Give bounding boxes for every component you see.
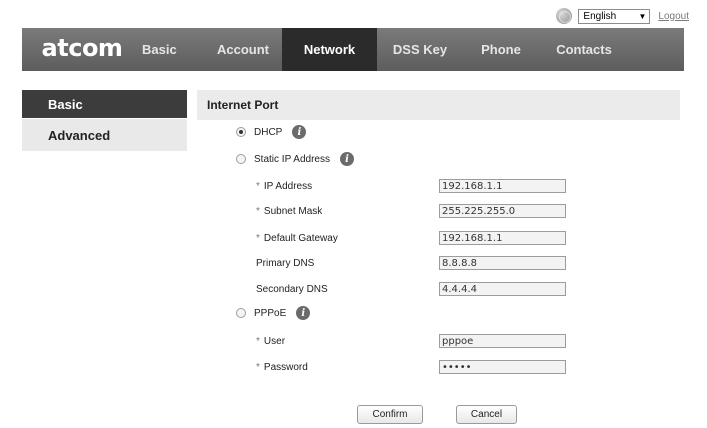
subnet-mask-label: Subnet Mask <box>263 205 323 217</box>
nav-account[interactable]: Account <box>204 28 282 71</box>
pppoe-row: PPPoE i <box>236 303 311 323</box>
user-label: User <box>263 335 286 347</box>
required-marker: * <box>256 180 260 192</box>
password-label: Password <box>263 361 308 373</box>
nav-basic[interactable]: Basic <box>142 28 182 71</box>
static-ip-label: Static IP Address <box>254 153 330 165</box>
info-icon[interactable]: i <box>339 152 354 166</box>
secondary-dns-input[interactable]: 4.4.4.4 <box>439 282 566 296</box>
info-icon[interactable]: i <box>296 306 311 320</box>
atcom-logo: atcom <box>41 33 123 62</box>
pppoe-label: PPPoE <box>254 307 287 319</box>
default-gateway-input[interactable]: 192.168.1.1 <box>439 231 566 245</box>
nav-contacts[interactable]: Contacts <box>539 28 629 71</box>
secondary-dns-label: Secondary DNS <box>256 283 328 295</box>
sidebar-item-advanced[interactable]: Advanced <box>22 119 187 151</box>
language-select[interactable]: English ▼ <box>578 8 651 24</box>
subnet-mask-input[interactable]: 255.225.255.0 <box>439 204 566 218</box>
ip-address-input[interactable]: 192.168.1.1 <box>439 179 566 193</box>
user-row: * User <box>256 331 285 351</box>
secondary-dns-row: Secondary DNS <box>256 279 328 299</box>
nav-network[interactable]: Network <box>282 28 377 71</box>
dhcp-radio[interactable] <box>236 127 246 137</box>
static-ip-row: Static IP Address i <box>236 149 354 169</box>
password-input[interactable]: ••••• <box>439 360 566 374</box>
subnet-mask-row: * Subnet Mask <box>256 201 322 221</box>
password-row: * Password <box>256 357 308 377</box>
required-marker: * <box>256 232 260 244</box>
default-gateway-label: Default Gateway <box>263 232 338 244</box>
primary-dns-row: Primary DNS <box>256 253 314 273</box>
section-title: Internet Port <box>197 90 680 120</box>
pppoe-radio[interactable] <box>236 308 246 318</box>
globe-icon <box>556 8 573 24</box>
sidebar: Basic Advanced <box>22 90 187 152</box>
main-content: Internet Port <box>197 90 680 120</box>
cancel-button[interactable]: Cancel <box>456 405 517 424</box>
chevron-down-icon: ▼ <box>638 11 647 21</box>
ip-address-row: * IP Address <box>256 176 312 196</box>
default-gateway-row: * Default Gateway <box>256 228 338 248</box>
main-nav: atcom Basic Account Network DSS Key Phon… <box>22 28 684 71</box>
nav-phone[interactable]: Phone <box>463 28 539 71</box>
ip-address-label: IP Address <box>263 180 313 192</box>
required-marker: * <box>256 205 260 217</box>
primary-dns-label: Primary DNS <box>256 257 315 269</box>
confirm-button[interactable]: Confirm <box>357 405 423 424</box>
user-input[interactable]: pppoe <box>439 334 566 348</box>
required-marker: * <box>256 361 260 373</box>
primary-dns-input[interactable]: 8.8.8.8 <box>439 256 566 270</box>
required-marker: * <box>256 335 260 347</box>
dhcp-label: DHCP <box>254 126 283 138</box>
top-utility-bar: English ▼ Logout <box>556 6 689 26</box>
logout-link[interactable]: Logout <box>658 11 689 22</box>
language-select-value: English <box>583 10 617 22</box>
sidebar-item-basic[interactable]: Basic <box>22 90 187 118</box>
dhcp-row: DHCP i <box>236 122 307 142</box>
info-icon[interactable]: i <box>292 125 307 139</box>
static-ip-radio[interactable] <box>236 154 246 164</box>
nav-dss-key[interactable]: DSS Key <box>377 28 463 71</box>
